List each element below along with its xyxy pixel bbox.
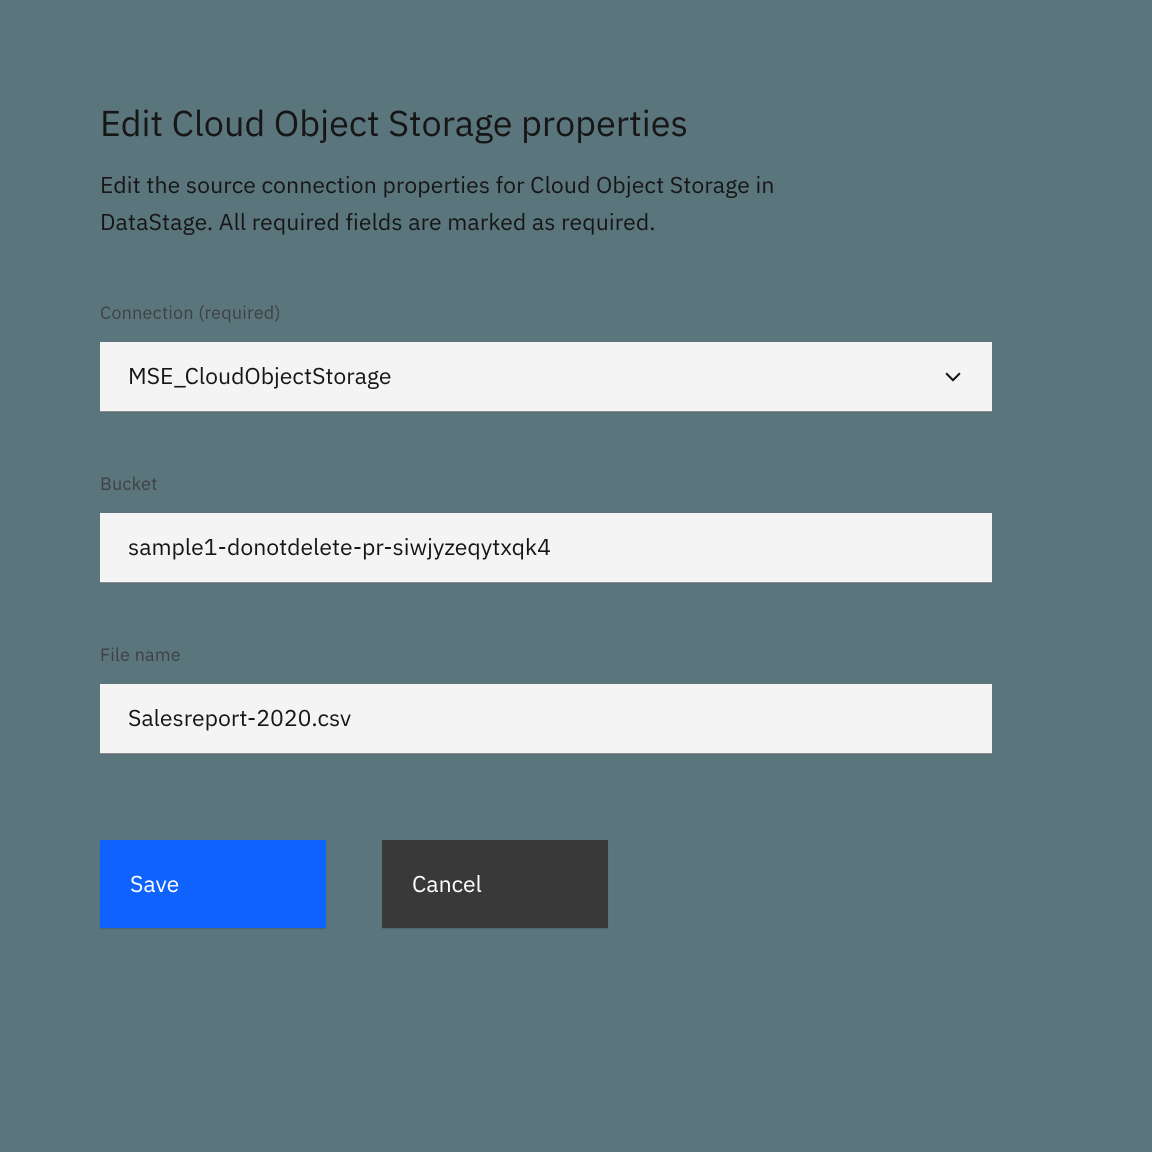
bucket-input-wrapper [100,513,992,583]
filename-label: File name [100,643,992,666]
action-bar: Save Cancel [100,840,992,928]
bucket-field-group: Bucket [100,472,992,583]
filename-input[interactable] [128,684,964,753]
save-button[interactable]: Save [100,840,326,928]
connection-dropdown[interactable]: MSE_CloudObjectStorage [100,342,992,412]
filename-field-group: File name [100,643,992,754]
bucket-input[interactable] [128,513,964,582]
page-title: Edit Cloud Object Storage properties [100,100,992,145]
connection-value: MSE_CloudObjectStorage [128,361,392,391]
connection-field-group: Connection (required) MSE_CloudObjectSto… [100,301,992,412]
bucket-label: Bucket [100,472,992,495]
page-subtitle: Edit the source connection properties fo… [100,167,840,241]
cancel-button[interactable]: Cancel [382,840,608,928]
chevron-down-icon [942,365,964,387]
connection-label: Connection (required) [100,301,992,324]
edit-properties-panel: Edit Cloud Object Storage properties Edi… [100,100,992,928]
filename-input-wrapper [100,684,992,754]
